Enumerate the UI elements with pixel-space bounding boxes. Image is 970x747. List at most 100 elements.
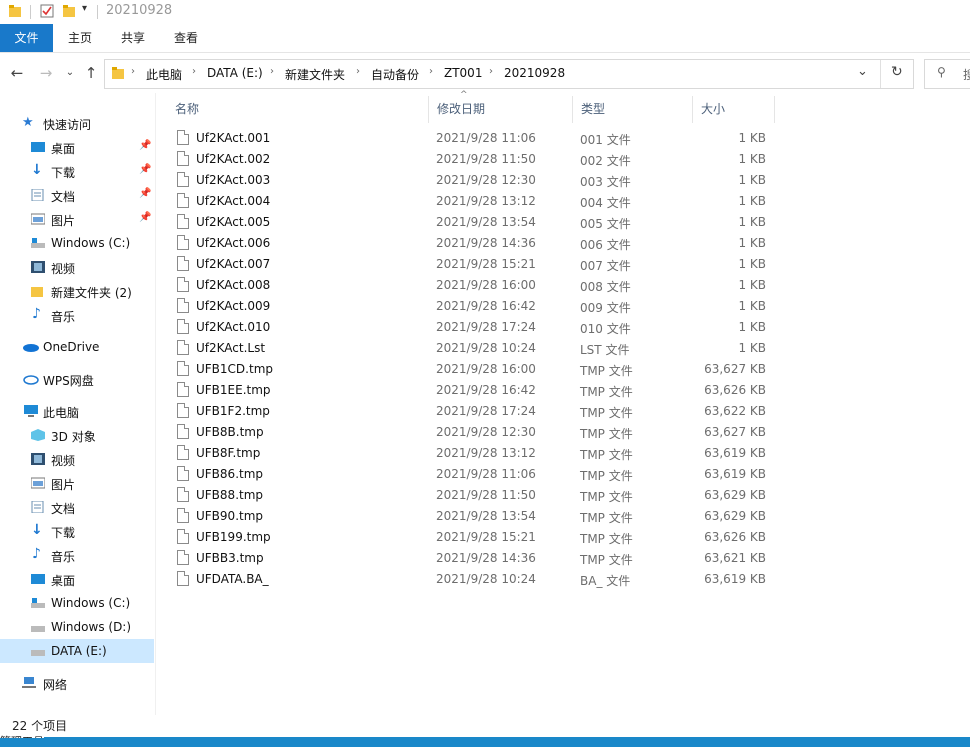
column-divider[interactable] (774, 96, 775, 123)
sidebar-item-pictures[interactable]: 图片 📌 (0, 207, 154, 231)
sidebar-item-videos[interactable]: 视频 (0, 255, 154, 279)
file-modified-date: 2021/9/28 13:12 (436, 446, 536, 460)
breadcrumb-auto-backup[interactable]: 自动备份 (371, 66, 419, 83)
file-row[interactable]: Uf2KAct.010 2021/9/28 17:24 010 文件 1 KB (166, 317, 776, 338)
sidebar-item-onedrive[interactable]: OneDrive (0, 335, 154, 359)
up-arrow-icon[interactable]: ↑ (81, 63, 101, 83)
file-row[interactable]: UFBB3.tmp 2021/9/28 14:36 TMP 文件 63,621 KB (166, 548, 776, 569)
sidebar-item-desktop[interactable]: 桌面 📌 (0, 135, 154, 159)
file-size: 1 KB (738, 215, 766, 229)
customize-toolbar-dropdown[interactable]: ▾ (82, 3, 87, 14)
breadcrumb-separator-icon[interactable]: › (131, 66, 135, 77)
sidebar-item-documents[interactable]: 文档 📌 (0, 183, 154, 207)
file-row[interactable]: Uf2KAct.008 2021/9/28 16:00 008 文件 1 KB (166, 275, 776, 296)
file-row[interactable]: UFB8B.tmp 2021/9/28 12:30 TMP 文件 63,627 KB (166, 422, 776, 443)
breadcrumb-separator-icon[interactable]: › (270, 66, 274, 77)
breadcrumb-separator-icon[interactable]: › (489, 66, 493, 77)
back-arrow-icon[interactable]: ← (7, 63, 27, 83)
file-row[interactable]: Uf2KAct.007 2021/9/28 15:21 007 文件 1 KB (166, 254, 776, 275)
file-size: 1 KB (738, 173, 766, 187)
desktop-icon (31, 142, 45, 152)
file-row[interactable]: UFB86.tmp 2021/9/28 11:06 TMP 文件 63,619 KB (166, 464, 776, 485)
breadcrumb-separator-icon[interactable]: › (429, 66, 433, 77)
file-row[interactable]: Uf2KAct.003 2021/9/28 12:30 003 文件 1 KB (166, 170, 776, 191)
sidebar-item-downloads[interactable]: ↓ 下载 📌 (0, 159, 154, 183)
pane-divider[interactable] (155, 93, 156, 715)
file-row[interactable]: Uf2KAct.005 2021/9/28 13:54 005 文件 1 KB (166, 212, 776, 233)
file-row[interactable]: Uf2KAct.006 2021/9/28 14:36 006 文件 1 KB (166, 233, 776, 254)
file-row[interactable]: Uf2KAct.002 2021/9/28 11:50 002 文件 1 KB (166, 149, 776, 170)
breadcrumb-zt001[interactable]: ZT001 (444, 66, 482, 80)
file-row[interactable]: UFB88.tmp 2021/9/28 11:50 TMP 文件 63,629 KB (166, 485, 776, 506)
properties-icon[interactable] (40, 4, 54, 18)
file-row[interactable]: Uf2KAct.009 2021/9/28 16:42 009 文件 1 KB (166, 296, 776, 317)
sidebar-item-3d-objects[interactable]: 3D 对象 (0, 423, 154, 447)
breadcrumb-new-folder[interactable]: 新建文件夹 (285, 66, 345, 83)
navigation-pane: ★ 快速访问 桌面 📌 ↓ 下载 📌 文档 📌 图片 📌 Windows (C:… (0, 93, 156, 715)
breadcrumb-this-pc[interactable]: 此电脑 (146, 66, 182, 83)
sidebar-item-videos-pc[interactable]: 视频 (0, 447, 154, 471)
sidebar-item-label: 3D 对象 (51, 430, 96, 444)
sidebar-item-windows-c[interactable]: Windows (C:) (0, 231, 154, 255)
file-row[interactable]: UFB199.tmp 2021/9/28 15:21 TMP 文件 63,626 KB (166, 527, 776, 548)
sidebar-item-data-e[interactable]: DATA (E:) (0, 639, 154, 663)
file-row[interactable]: Uf2KAct.001 2021/9/28 11:06 001 文件 1 KB (166, 128, 776, 149)
file-modified-date: 2021/9/28 13:54 (436, 509, 536, 523)
file-row[interactable]: Uf2KAct.Lst 2021/9/28 10:24 LST 文件 1 KB (166, 338, 776, 359)
file-type: 009 文件 (580, 301, 631, 315)
title-bar: ▾ 20210928 (0, 0, 970, 24)
column-header-size[interactable]: 大小 (692, 96, 774, 123)
file-row[interactable]: UFB1F2.tmp 2021/9/28 17:24 TMP 文件 63,622 KB (166, 401, 776, 422)
sidebar-item-new-folder-2[interactable]: 新建文件夹 (2) (0, 279, 154, 303)
file-name: UFB1EE.tmp (196, 383, 271, 397)
file-icon (177, 340, 189, 355)
file-row[interactable]: UFB90.tmp 2021/9/28 13:54 TMP 文件 63,629 KB (166, 506, 776, 527)
sidebar-item-music-pc[interactable]: ♪ 音乐 (0, 543, 154, 567)
file-row[interactable]: Uf2KAct.004 2021/9/28 13:12 004 文件 1 KB (166, 191, 776, 212)
sidebar-item-downloads-pc[interactable]: ↓ 下载 (0, 519, 154, 543)
folder-icon (9, 5, 21, 17)
sidebar-item-wps[interactable]: WPS网盘 (0, 367, 154, 391)
forward-arrow-icon[interactable]: → (36, 63, 56, 83)
sidebar-item-music[interactable]: ♪ 音乐 (0, 303, 154, 327)
new-folder-icon[interactable] (62, 4, 76, 18)
file-size: 63,629 KB (704, 509, 766, 523)
breadcrumb-separator-icon[interactable]: › (192, 66, 196, 77)
file-type: 001 文件 (580, 133, 631, 147)
file-row[interactable]: UFB8F.tmp 2021/9/28 13:12 TMP 文件 63,619 KB (166, 443, 776, 464)
file-row[interactable]: UFB1EE.tmp 2021/9/28 16:42 TMP 文件 63,626 KB (166, 380, 776, 401)
sidebar-item-label: 网络 (43, 678, 68, 692)
recent-locations-chevron-icon[interactable]: ⌄ (60, 63, 80, 83)
desktop-icon (31, 574, 45, 584)
file-name: UFB1F2.tmp (196, 404, 270, 418)
search-box[interactable]: ⚲ 搜 (924, 59, 970, 89)
file-type: TMP 文件 (580, 532, 633, 546)
sidebar-item-pictures-pc[interactable]: 图片 (0, 471, 154, 495)
sidebar-item-this-pc[interactable]: 此电脑 (0, 399, 154, 423)
sidebar-item-desktop-pc[interactable]: 桌面 (0, 567, 154, 591)
sidebar-item-windows-c-pc[interactable]: Windows (C:) (0, 591, 154, 615)
address-history-chevron-icon[interactable]: ⌄ (857, 64, 868, 79)
sidebar-item-windows-d[interactable]: Windows (D:) (0, 615, 154, 639)
file-row[interactable]: UFB1CD.tmp 2021/9/28 16:00 TMP 文件 63,627 KB (166, 359, 776, 380)
address-bar[interactable]: › 此电脑 › DATA (E:) › 新建文件夹 › 自动备份 › ZT001… (104, 59, 914, 89)
sidebar-item-documents-pc[interactable]: 文档 (0, 495, 154, 519)
file-size: 1 KB (738, 131, 766, 145)
column-header-name[interactable]: 名称 (166, 96, 428, 123)
tab-share[interactable]: 共享 (109, 24, 157, 52)
refresh-icon[interactable]: ↻ (891, 64, 903, 80)
sidebar-item-label: WPS网盘 (43, 374, 94, 388)
breadcrumb-separator-icon[interactable]: › (356, 66, 360, 77)
column-header-type[interactable]: 类型 (572, 96, 692, 123)
tab-file[interactable]: 文件 (0, 24, 53, 52)
file-row[interactable]: UFDATA.BA_ 2021/9/28 10:24 BA_ 文件 63,619 KB (166, 569, 776, 590)
file-size: 63,619 KB (704, 467, 766, 481)
sidebar-item-network[interactable]: 网络 (0, 671, 154, 695)
file-name: Uf2KAct.010 (196, 320, 271, 334)
tab-home[interactable]: 主页 (56, 24, 104, 52)
breadcrumb-data-e[interactable]: DATA (E:) (207, 66, 263, 80)
breadcrumb-20210928[interactable]: 20210928 (504, 66, 565, 80)
tab-view[interactable]: 查看 (162, 24, 210, 52)
sidebar-item-quick-access[interactable]: ★ 快速访问 (0, 111, 154, 135)
column-header-date[interactable]: 修改日期 (428, 96, 572, 123)
